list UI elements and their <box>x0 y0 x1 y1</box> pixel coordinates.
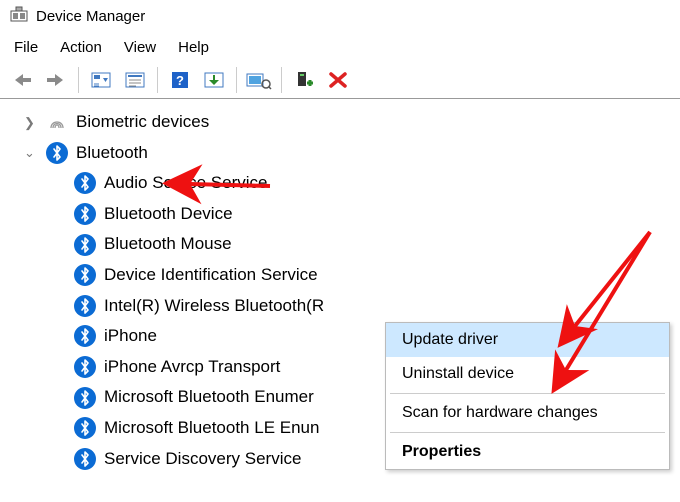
tree-label: Bluetooth Mouse <box>104 229 232 260</box>
bluetooth-icon <box>74 356 96 378</box>
menubar: File Action View Help <box>0 33 680 64</box>
help-icon[interactable]: ? <box>164 66 196 94</box>
tree-node-bluetooth[interactable]: ⌄ Bluetooth <box>24 138 680 169</box>
tree-label: Bluetooth <box>76 138 148 169</box>
ctx-uninstall-device[interactable]: Uninstall device <box>386 357 669 391</box>
bluetooth-icon <box>74 234 96 256</box>
tree-node-bluetooth-child[interactable]: Intel(R) Wireless Bluetooth(R <box>52 291 680 322</box>
properties-icon-tb[interactable] <box>119 66 151 94</box>
chevron-right-icon[interactable]: ❯ <box>24 111 38 134</box>
tree-node-bluetooth-child[interactable]: Bluetooth Mouse <box>52 229 680 260</box>
tree-label: Microsoft Bluetooth Enumer <box>104 382 314 413</box>
bluetooth-icon <box>74 325 96 347</box>
device-manager-icon <box>10 6 28 27</box>
show-hidden-icon[interactable] <box>85 66 117 94</box>
add-device-icon[interactable] <box>288 66 320 94</box>
tree-node-biometric[interactable]: ❯ Biometric devices <box>24 107 680 138</box>
toolbar-separator <box>157 67 158 93</box>
bluetooth-icon <box>46 142 68 164</box>
menu-help[interactable]: Help <box>178 39 209 56</box>
tree-label: Microsoft Bluetooth LE Enun <box>104 413 319 444</box>
tree-label: iPhone Avrcp Transport <box>104 352 280 383</box>
tree-label: Device Identification Service <box>104 260 318 291</box>
menu-file[interactable]: File <box>14 39 38 56</box>
toolbar: ? <box>0 64 680 99</box>
window-title: Device Manager <box>36 8 145 25</box>
context-menu: Update driver Uninstall device Scan for … <box>385 322 670 470</box>
ctx-separator <box>390 393 665 394</box>
remove-icon[interactable] <box>322 66 354 94</box>
scan-icon[interactable] <box>243 66 275 94</box>
ctx-scan-hardware[interactable]: Scan for hardware changes <box>386 396 669 430</box>
tree-node-bluetooth-child[interactable]: Audio Source Service <box>52 168 680 199</box>
bluetooth-icon <box>74 387 96 409</box>
titlebar: Device Manager <box>0 0 680 33</box>
tree-label: Intel(R) Wireless Bluetooth(R <box>104 291 324 322</box>
ctx-properties[interactable]: Properties <box>386 435 669 469</box>
tree-node-bluetooth-child[interactable]: Bluetooth Device <box>52 199 680 230</box>
toolbar-separator <box>236 67 237 93</box>
tree-node-bluetooth-child[interactable]: Device Identification Service <box>52 260 680 291</box>
tree-label: Bluetooth Device <box>104 199 233 230</box>
ctx-update-driver[interactable]: Update driver <box>386 323 669 357</box>
tree-label: iPhone <box>104 321 157 352</box>
menu-action[interactable]: Action <box>60 39 102 56</box>
bluetooth-icon <box>74 448 96 470</box>
chevron-down-icon[interactable]: ⌄ <box>24 141 38 164</box>
tree-label: Audio Source Service <box>104 168 267 199</box>
bluetooth-icon <box>74 172 96 194</box>
forward-arrow-icon[interactable] <box>40 66 72 94</box>
tree-label: Service Discovery Service <box>104 444 301 475</box>
bluetooth-icon <box>74 417 96 439</box>
back-arrow-icon[interactable] <box>6 66 38 94</box>
svg-text:?: ? <box>176 73 184 88</box>
menu-view[interactable]: View <box>124 39 156 56</box>
tree-label: Biometric devices <box>76 107 209 138</box>
bluetooth-icon <box>74 295 96 317</box>
fingerprint-icon <box>46 111 68 133</box>
ctx-separator <box>390 432 665 433</box>
bluetooth-icon <box>74 203 96 225</box>
toolbar-separator <box>78 67 79 93</box>
bluetooth-icon <box>74 264 96 286</box>
toolbar-separator <box>281 67 282 93</box>
action-icon[interactable] <box>198 66 230 94</box>
